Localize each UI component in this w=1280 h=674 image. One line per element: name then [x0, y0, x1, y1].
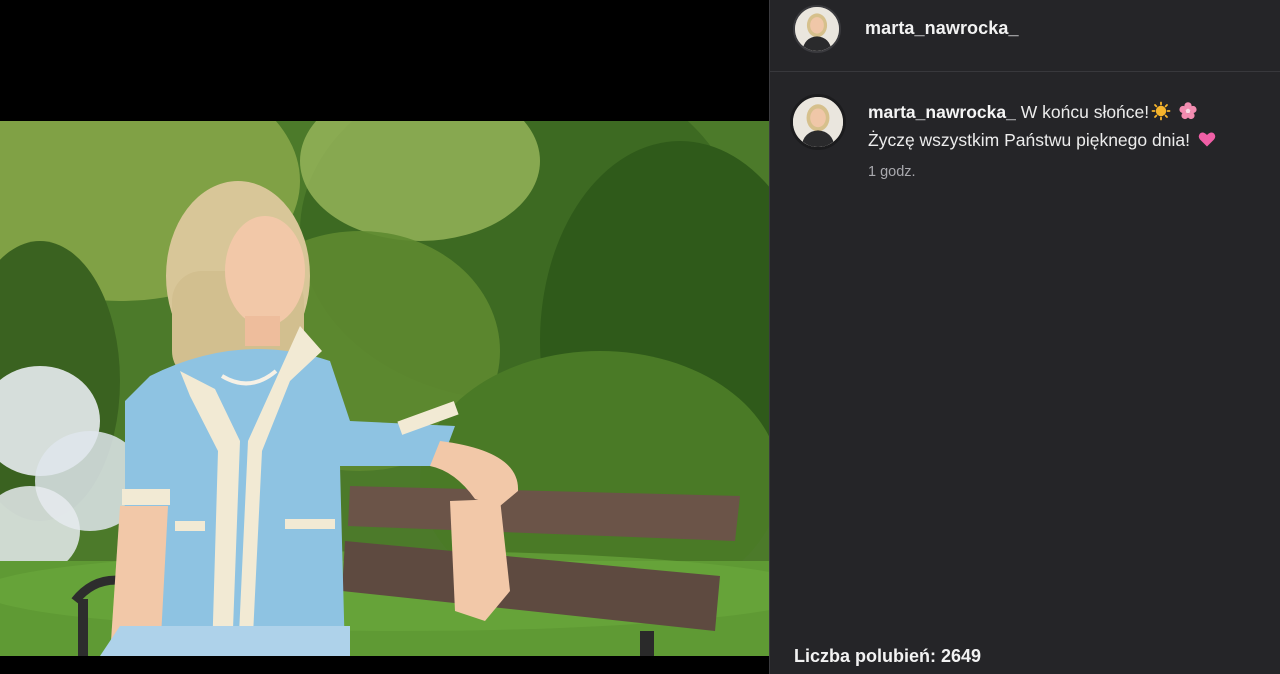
sun-emoji-icon [1151, 101, 1171, 121]
header-avatar[interactable] [793, 5, 841, 53]
post-photo-graphic [0, 121, 769, 656]
likes-count[interactable]: Liczba polubień: 2649 [794, 646, 981, 667]
profile-photo-icon [793, 97, 843, 147]
post-photo[interactable] [0, 121, 769, 656]
caption-text: marta_nawrocka_ W końcu słońce! Życzę ws… [868, 98, 1273, 154]
post-header: marta_nawrocka_ [770, 0, 1280, 72]
cherry-blossom-icon [1179, 102, 1197, 120]
caption-username[interactable]: marta_nawrocka_ [868, 102, 1016, 122]
pink-heart-icon [1198, 132, 1216, 147]
caption-line-2: Życzę wszystkim Państwu pięknego dnia! [868, 130, 1190, 150]
post-sidebar: marta_nawrocka_ marta_nawrocka_ W końcu … [769, 0, 1280, 674]
caption-timestamp[interactable]: 1 godz. [868, 164, 916, 180]
caption-avatar[interactable] [790, 94, 846, 150]
media-pane [0, 0, 769, 674]
profile-photo-icon [795, 7, 839, 51]
header-username[interactable]: marta_nawrocka_ [865, 18, 1019, 39]
caption-line-1: W końcu słońce! [1020, 102, 1150, 122]
